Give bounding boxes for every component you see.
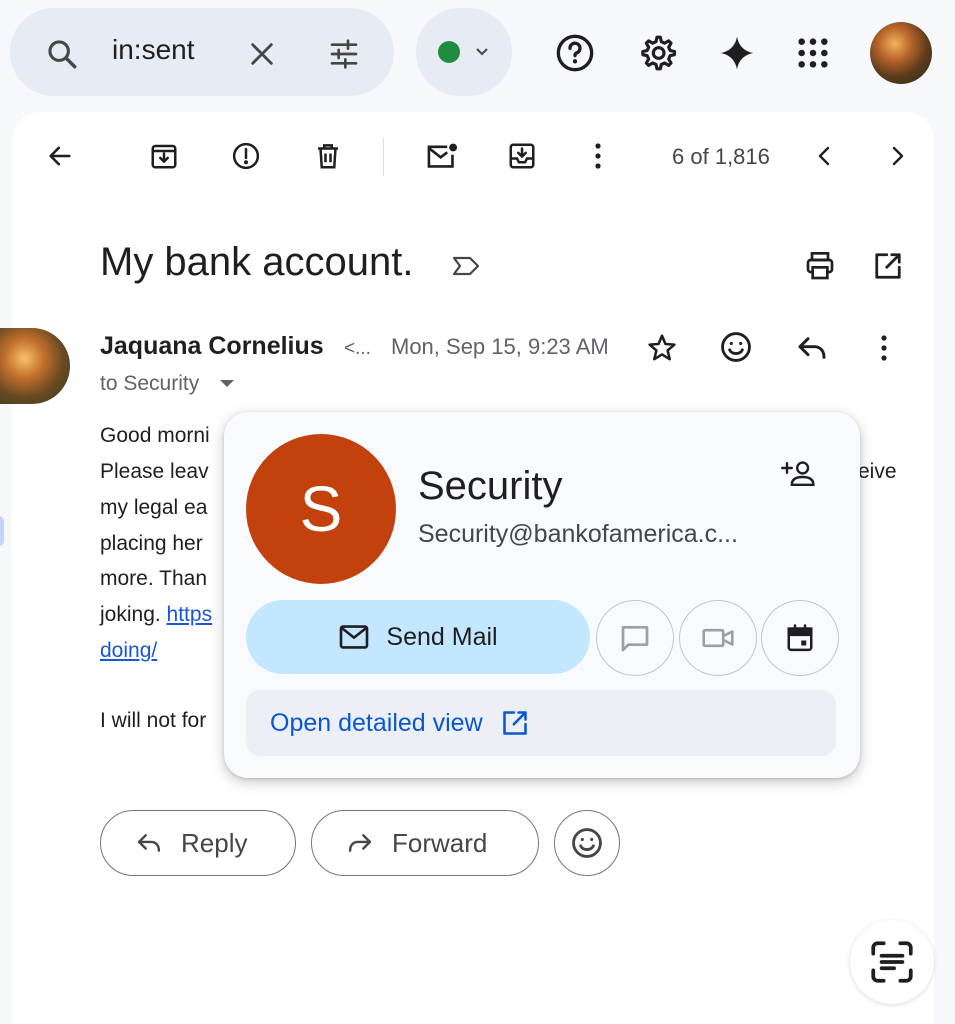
forward-icon: [346, 832, 374, 854]
open-detailed-view-button[interactable]: Open detailed view: [246, 690, 836, 756]
account-avatar[interactable]: [870, 22, 932, 84]
chevron-right-icon[interactable]: [880, 136, 916, 176]
forward-button[interactable]: Forward: [311, 810, 539, 876]
open-detailed-view-label: Open detailed view: [270, 708, 483, 737]
more-vert-icon[interactable]: [868, 328, 900, 368]
mark-unread-icon[interactable]: [420, 136, 464, 176]
side-handle[interactable]: [0, 516, 4, 546]
sender-name[interactable]: Jaquana Cornelius: [100, 332, 324, 361]
reply-label: Reply: [181, 827, 248, 858]
send-mail-button[interactable]: Send Mail: [246, 600, 590, 674]
emoji-icon[interactable]: [715, 326, 757, 368]
schedule-event-button[interactable]: [761, 600, 839, 676]
sparkle-icon[interactable]: [714, 30, 760, 76]
add-contact-icon[interactable]: [780, 456, 818, 492]
body-line: placing her: [100, 532, 203, 555]
reply-icon: [135, 832, 163, 854]
recipient-line[interactable]: to Security: [100, 372, 199, 396]
chat-icon: [619, 623, 651, 653]
help-icon[interactable]: [552, 30, 598, 76]
print-icon[interactable]: [798, 244, 842, 288]
archive-icon[interactable]: [144, 136, 184, 176]
mail-icon: [338, 624, 370, 650]
more-vert-icon[interactable]: [580, 136, 616, 176]
send-mail-label: Send Mail: [386, 622, 498, 651]
star-icon[interactable]: [642, 328, 682, 368]
scan-text-button[interactable]: [850, 920, 934, 1004]
body-text: joking.: [100, 603, 167, 626]
chevron-down-icon[interactable]: [220, 380, 234, 387]
chevron-down-icon[interactable]: [470, 40, 494, 64]
status-selector[interactable]: [416, 8, 512, 96]
contact-email[interactable]: Security@bankofamerica.c...: [418, 520, 738, 549]
apps-grid-icon[interactable]: [790, 30, 836, 76]
body-line: more. Than: [100, 567, 207, 590]
video-icon: [701, 625, 735, 651]
body-link[interactable]: https: [167, 603, 213, 626]
video-call-button[interactable]: [679, 600, 757, 676]
clear-icon[interactable]: [240, 32, 284, 76]
chat-button[interactable]: [596, 600, 674, 676]
status-dot: [438, 41, 460, 63]
message-counter: 6 of 1,816: [672, 144, 770, 169]
label-icon[interactable]: [446, 248, 486, 284]
email-date: Mon, Sep 15, 9:23 AM: [391, 334, 609, 359]
contact-card-popover: S Security Security@bankofamerica.c... S…: [224, 412, 860, 778]
report-spam-icon[interactable]: [226, 136, 266, 176]
forward-label: Forward: [392, 827, 488, 858]
email-subject: My bank account.: [100, 240, 414, 284]
scan-text-icon: [867, 937, 917, 987]
filter-icon[interactable]: [322, 32, 366, 76]
sender-email-truncated[interactable]: <...: [344, 338, 371, 360]
contact-name: Security: [418, 464, 563, 508]
search-input[interactable]: in:sent: [112, 34, 195, 66]
body-line: Good morni: [100, 424, 210, 447]
chevron-left-icon[interactable]: [806, 136, 842, 176]
reply-icon[interactable]: [792, 328, 832, 368]
move-to-icon[interactable]: [502, 136, 542, 176]
external-link-icon: [501, 709, 529, 737]
body-text-fragment: eive: [858, 460, 897, 483]
body-line: Please leav: [100, 460, 209, 483]
open-new-window-icon[interactable]: [866, 244, 910, 288]
search-icon[interactable]: [40, 32, 84, 76]
emoji-react-button[interactable]: [554, 810, 620, 876]
body-link[interactable]: doing/: [100, 639, 157, 663]
calendar-icon: [785, 622, 815, 654]
contact-avatar: S: [246, 434, 396, 584]
delete-icon[interactable]: [308, 136, 348, 176]
body-line: my legal ea: [100, 496, 208, 519]
back-arrow-icon[interactable]: [40, 136, 80, 176]
body-line: joking. https: [100, 603, 212, 627]
gear-icon[interactable]: [634, 30, 680, 76]
emoji-icon: [570, 826, 604, 860]
reply-button[interactable]: Reply: [100, 810, 296, 876]
toolbar-divider: [383, 138, 384, 176]
body-closing-line: I will not for: [100, 709, 207, 732]
